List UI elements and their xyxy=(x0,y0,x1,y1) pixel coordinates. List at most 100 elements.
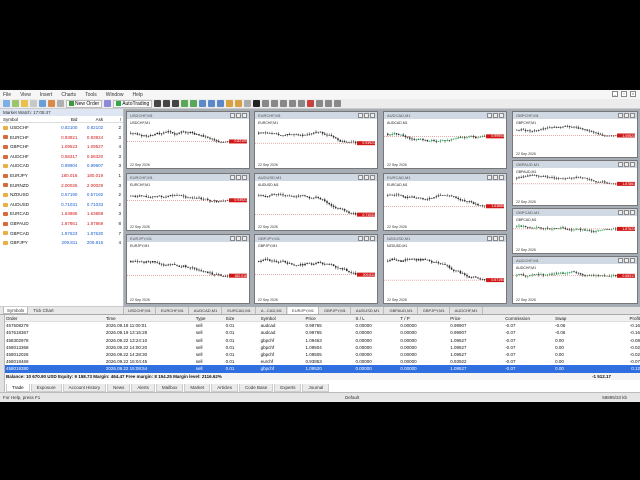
close-icon[interactable] xyxy=(242,236,247,241)
chart-window[interactable]: AUDCHF,M1 AUDCHF,M1 0.58317 22 Sep 2026 xyxy=(512,256,638,304)
terminal-tab[interactable]: Market xyxy=(184,384,211,392)
terminal-col-header[interactable]: Order xyxy=(6,315,106,321)
order-row[interactable]: 458018469 2026.09.22 15:04:45 sell 0.01 eurc… xyxy=(0,358,640,365)
chart-tab[interactable]: EURCAD,M1 xyxy=(223,307,256,314)
templates-icon[interactable] xyxy=(244,100,252,107)
order-row[interactable]: 458019380 2026.09.22 15:08:54 sell 0.01 gbpc… xyxy=(0,365,640,373)
navigator-icon[interactable] xyxy=(39,100,46,107)
terminal-col-header[interactable]: Type xyxy=(196,315,226,321)
market-watch-row[interactable]: EURCAD 1.63885 1.63888 3 xyxy=(0,209,123,219)
minimize-icon[interactable] xyxy=(618,210,623,215)
terminal-side-handle[interactable] xyxy=(0,315,5,393)
menu-file[interactable]: File xyxy=(3,92,11,98)
crosshair-icon[interactable] xyxy=(262,100,270,107)
order-row[interactable]: 457618367 2026.09.19 13:15:28 sell 0.01 audc… xyxy=(0,329,640,336)
chart-tab[interactable]: AUDUSD,M1 xyxy=(352,307,385,314)
new-chart-icon[interactable] xyxy=(3,100,10,107)
minimize-icon[interactable]: _ xyxy=(612,91,618,97)
terminal-tab[interactable]: Mailbox xyxy=(155,384,184,392)
terminal-col-header[interactable]: Time xyxy=(106,315,196,321)
maximize-icon[interactable] xyxy=(624,258,629,263)
maximize-icon[interactable] xyxy=(236,175,241,180)
chart-window[interactable]: GBPCHF,M1 GBPCHF,M1 1.09523 22 Sep 2026 xyxy=(512,111,638,158)
minimize-icon[interactable] xyxy=(487,236,492,241)
market-watch-icon[interactable] xyxy=(21,100,28,107)
fibonacci-icon[interactable] xyxy=(307,100,315,107)
minimize-icon[interactable] xyxy=(618,258,623,263)
terminal-col-header[interactable]: Price xyxy=(306,315,356,321)
text-icon[interactable] xyxy=(316,100,324,107)
close-icon[interactable]: × xyxy=(630,91,636,97)
close-icon[interactable] xyxy=(630,162,635,167)
terminal-tab[interactable]: Exposure xyxy=(30,384,62,392)
maximize-icon[interactable] xyxy=(364,175,369,180)
zoom-in-icon[interactable] xyxy=(181,100,189,107)
maximize-icon[interactable] xyxy=(236,236,241,241)
candles-icon[interactable] xyxy=(163,100,171,107)
trendline-icon[interactable] xyxy=(289,100,297,107)
col-ask[interactable]: Ask xyxy=(77,116,104,122)
terminal-col-header[interactable]: Price xyxy=(450,315,505,321)
terminal-tab[interactable]: Code Base xyxy=(238,384,274,392)
col-bid[interactable]: Bid xyxy=(52,116,78,122)
chart-window[interactable]: AUDCAD,M1 AUDCAD,M1 0.99904 22 Sep 2026 xyxy=(383,111,507,169)
menu-charts[interactable]: Charts xyxy=(61,92,76,98)
menu-help[interactable]: Help xyxy=(133,92,143,98)
close-icon[interactable] xyxy=(242,175,247,180)
market-watch-row[interactable]: EURJPY 180.018 180.019 1 xyxy=(0,171,123,181)
maximize-icon[interactable] xyxy=(493,175,498,180)
market-watch-row[interactable]: AUDCAD 0.99904 0.99907 3 xyxy=(0,161,123,171)
menu-view[interactable]: View xyxy=(20,92,31,98)
close-icon[interactable] xyxy=(242,113,247,118)
maximize-icon[interactable] xyxy=(364,236,369,241)
minimize-icon[interactable] xyxy=(618,113,623,118)
metaeditor-icon[interactable] xyxy=(104,100,112,107)
tile-windows-icon[interactable] xyxy=(199,100,207,107)
chart-window[interactable]: GBPJPY,M1 GBPJPY,M1 209.811 22 Sep 2026 xyxy=(254,234,378,304)
chart-window[interactable]: EURJPY,M1 EURJPY,M1 180.018 22 Sep 2026 xyxy=(126,234,250,304)
terminal-tab[interactable]: Experts xyxy=(274,384,302,392)
terminal-tab[interactable]: Account History xyxy=(62,384,107,392)
periods-icon[interactable] xyxy=(235,100,243,107)
horizontal-line-icon[interactable] xyxy=(280,100,288,107)
minimize-icon[interactable] xyxy=(230,113,235,118)
chart-shift-icon[interactable] xyxy=(217,100,225,107)
chart-tab[interactable]: AUDCHF,M1 xyxy=(451,307,483,314)
minimize-icon[interactable] xyxy=(487,175,492,180)
close-icon[interactable] xyxy=(370,113,375,118)
terminal-col-header[interactable]: Commission xyxy=(505,315,555,321)
profiles-icon[interactable] xyxy=(12,100,19,107)
chart-tab[interactable]: EURJPY,M1 xyxy=(288,307,319,314)
data-window-icon[interactable] xyxy=(30,100,37,107)
channel-icon[interactable] xyxy=(298,100,306,107)
chart-tab[interactable]: GBPJPY,M1 xyxy=(419,307,450,314)
minimize-icon[interactable] xyxy=(618,162,623,167)
maximize-icon[interactable] xyxy=(493,113,498,118)
col-spread[interactable]: ! xyxy=(103,116,123,122)
market-watch-row[interactable]: EURCHF 0.93921 0.93924 3 xyxy=(0,133,123,143)
terminal-tab[interactable]: News xyxy=(107,384,131,392)
zoom-out-icon[interactable] xyxy=(190,100,198,107)
arrows-icon[interactable] xyxy=(334,100,342,107)
order-row[interactable]: 457508279 2026.09.18 11:00:01 sell 0.01 audc… xyxy=(0,322,640,329)
bar-chart-icon[interactable] xyxy=(154,100,162,107)
market-watch-row[interactable]: GBPAUD 1.87861 1.87869 8 xyxy=(0,219,123,229)
market-watch-row[interactable]: AUDUSD 0.71031 0.71033 2 xyxy=(0,200,123,210)
market-watch-row[interactable]: EURNZD 2.00026 2.00029 3 xyxy=(0,181,123,191)
chart-window[interactable]: NZDUSD,M1 NZDUSD,M1 0.57190 22 Sep 2026 xyxy=(383,234,507,304)
chart-window[interactable]: AUDUSD,M1 AUDUSD,M1 0.71031 22 Sep 2026 xyxy=(254,173,378,231)
chart-window[interactable]: USDCHF,M1 USDCHF,M1 0.82100 22 Sep 2026 xyxy=(126,111,250,169)
cursor-icon[interactable] xyxy=(253,100,261,107)
vertical-line-icon[interactable] xyxy=(271,100,279,107)
close-icon[interactable] xyxy=(630,210,635,215)
maximize-icon[interactable] xyxy=(364,113,369,118)
chart-tab[interactable]: A...CAD,M1 xyxy=(257,307,288,314)
terminal-tab[interactable]: Journal xyxy=(302,384,330,392)
close-icon[interactable] xyxy=(370,175,375,180)
autoscroll-icon[interactable] xyxy=(208,100,216,107)
market-watch-row[interactable]: NZDUSD 0.57190 0.57192 2 xyxy=(0,190,123,200)
chart-tab[interactable]: GBPAUD,M1 xyxy=(385,307,418,314)
terminal-col-header[interactable]: Size xyxy=(226,315,261,321)
market-watch-row[interactable]: GBPJPY 209.811 209.815 4 xyxy=(0,238,123,248)
status-profile[interactable]: Default xyxy=(300,395,500,400)
